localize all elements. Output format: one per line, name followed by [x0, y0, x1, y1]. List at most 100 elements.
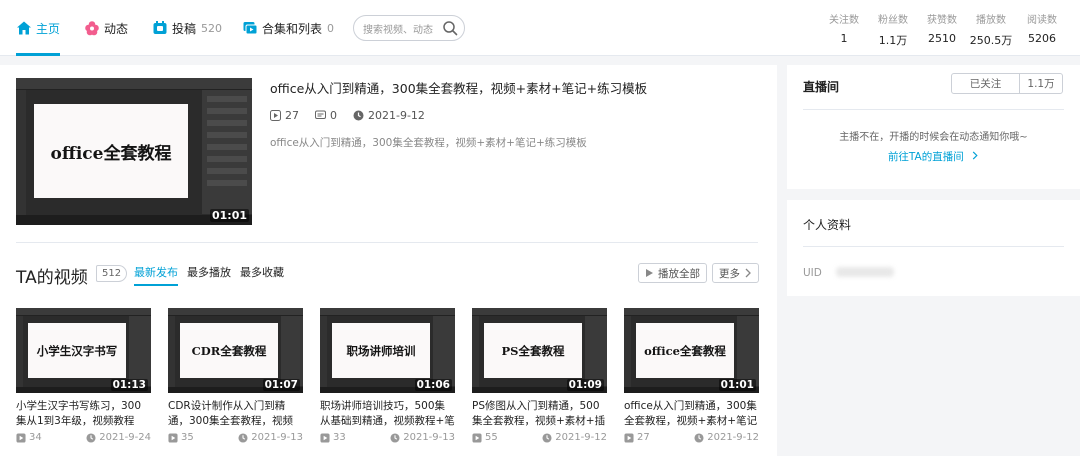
video-title[interactable]: office从入门到精通，300集全套教程，视频+素材+笔记	[624, 399, 759, 429]
featured-thumbnail[interactable]: office全套教程 01:01	[16, 78, 252, 225]
search-icon[interactable]	[442, 20, 458, 36]
go-live-room-link[interactable]: 前往TA的直播间	[787, 149, 1080, 164]
video-plays-value: 27	[637, 432, 650, 443]
comment-icon	[315, 110, 326, 119]
thumbnail-canvas: 职场讲师培训	[332, 323, 430, 378]
featured-title[interactable]: office从入门到精通，300集全套教程，视频+素材+笔记+练习模板	[270, 78, 647, 97]
video-title[interactable]: CDR设计制作从入门到精通，300集全套教程，视频+素材	[168, 399, 303, 429]
editor-menubar	[168, 308, 303, 316]
editor-toolbar	[320, 316, 327, 393]
nav-tab-home-label: 主页	[36, 21, 61, 36]
more-label: 更多	[719, 267, 740, 280]
video-date-value: 2021-9-13	[251, 432, 303, 443]
video-thumbnail[interactable]: office全套教程 01:01	[624, 308, 759, 393]
video-duration: 01:06	[414, 379, 452, 391]
editor-toolbar	[16, 316, 23, 393]
nav-tab-collections[interactable]: 合集和列表 0	[242, 0, 334, 56]
video-title[interactable]: 职场讲师培训技巧，500集从基础到精通，视频教程+笔记	[320, 399, 455, 429]
divider	[803, 246, 1064, 247]
clock-icon	[238, 432, 248, 443]
editor-panel	[433, 316, 455, 386]
video-card[interactable]: 职场讲师培训 01:06 职场讲师培训技巧，500集从基础到精通，视频教程+笔记…	[320, 308, 455, 443]
stat-label: 粉丝数	[878, 15, 908, 26]
more-button[interactable]: 更多	[712, 263, 759, 283]
search-input[interactable]: 搜索视频、动态	[353, 15, 465, 41]
profile-panel: 个人资料 UID	[787, 200, 1080, 296]
editor-toolbar	[16, 90, 26, 225]
play-icon	[270, 110, 281, 121]
video-card[interactable]: PS全套教程 01:09 PS修图从入门到精通，500集全套教程，视频+素材+插…	[472, 308, 607, 443]
editor-menubar	[472, 308, 607, 316]
go-live-room-label: 前往TA的直播间	[887, 151, 964, 163]
video-thumbnail[interactable]: CDR全套教程 01:07	[168, 308, 303, 393]
play-icon	[168, 432, 178, 443]
editor-panel	[129, 316, 151, 386]
play-all-button[interactable]: 播放全部	[638, 263, 707, 283]
stat-value: 1.1万	[878, 34, 908, 47]
stat-value: 5206	[1028, 32, 1056, 45]
chevron-right-icon	[972, 151, 978, 160]
video-card[interactable]: 小学生汉字书写 01:13 小学生汉字书写练习，300集从1到3年级，视频教程+…	[16, 308, 151, 443]
video-title[interactable]: PS修图从入门到精通，500集全套教程，视频+素材+插件	[472, 399, 607, 429]
chevron-right-icon	[745, 268, 751, 278]
stat-following[interactable]: 关注数 1	[824, 11, 864, 45]
play-icon	[16, 432, 26, 443]
featured-date: 2021-9-12	[353, 109, 425, 122]
thumbnail-text: office全套教程	[50, 143, 172, 164]
flower-icon	[85, 21, 99, 36]
featured-date-value: 2021-9-12	[368, 109, 425, 122]
video-title[interactable]: 小学生汉字书写练习，300集从1到3年级，视频教程+笔记	[16, 399, 151, 429]
tab-most-played[interactable]: 最多播放	[187, 264, 231, 284]
video-meta: 33 2021-9-13	[320, 432, 455, 443]
editor-menubar	[16, 78, 252, 90]
nav-tab-dynamic[interactable]: 动态	[84, 0, 128, 56]
nav-tab-posts[interactable]: 投稿 520	[152, 0, 222, 56]
stat-fans[interactable]: 粉丝数 1.1万	[872, 11, 914, 48]
divider	[803, 109, 1064, 110]
top-nav: 主页 动态 投稿 520 合集和列表 0 搜索视频、动态 关注数 1 粉丝数 1…	[0, 0, 1080, 56]
video-meta: 27 2021-9-12	[624, 432, 759, 443]
video-plays: 27	[624, 432, 650, 443]
divider	[16, 242, 758, 243]
video-card[interactable]: CDR全套教程 01:07 CDR设计制作从入门到精通，300集全套教程，视频+…	[168, 308, 303, 443]
follow-state-label: 已关注	[952, 74, 1020, 93]
play-icon	[472, 432, 482, 443]
uid-label: UID	[803, 267, 822, 279]
video-thumbnail[interactable]: 职场讲师培训 01:06	[320, 308, 455, 393]
video-plays-value: 35	[181, 432, 194, 443]
tab-most-favorited[interactable]: 最多收藏	[240, 264, 284, 284]
editor-panel	[585, 316, 607, 386]
nav-tab-home[interactable]: 主页	[16, 0, 61, 56]
follow-button[interactable]: 已关注 1.1万	[951, 73, 1063, 94]
editor-toolbar	[624, 316, 631, 393]
clock-icon	[353, 110, 364, 121]
home-icon	[17, 21, 31, 35]
stat-label: 获赞数	[927, 15, 957, 26]
video-date-value: 2021-9-13	[403, 432, 455, 443]
video-card[interactable]: office全套教程 01:01 office从入门到精通，300集全套教程，视…	[624, 308, 759, 443]
nav-posts-count: 520	[201, 21, 223, 35]
video-duration: 01:09	[566, 379, 604, 391]
main-content: office全套教程 01:01 office从入门到精通，300集全套教程，视…	[0, 65, 777, 456]
tab-latest[interactable]: 最新发布	[134, 264, 178, 286]
thumbnail-text: PS全套教程	[501, 343, 565, 358]
thumbnail-canvas: office全套教程	[636, 323, 734, 378]
video-count-badge: 512	[96, 265, 128, 282]
video-thumbnail[interactable]: 小学生汉字书写 01:13	[16, 308, 151, 393]
clock-icon	[694, 432, 704, 443]
play-icon	[320, 432, 330, 443]
video-plays: 35	[168, 432, 194, 443]
video-date: 2021-9-13	[390, 432, 455, 443]
stat-label: 播放数	[976, 15, 1006, 26]
editor-toolbar	[472, 316, 479, 393]
featured-video-count: 27	[270, 109, 299, 122]
video-plays-value: 34	[29, 432, 42, 443]
video-thumbnail[interactable]: PS全套教程 01:09	[472, 308, 607, 393]
section-title: TA的视频	[16, 268, 88, 288]
play-icon	[646, 269, 653, 277]
tv-icon	[153, 21, 167, 34]
featured-meta: 27 0 2021-9-12	[270, 109, 441, 122]
editor-menubar	[16, 308, 151, 316]
collection-icon	[243, 22, 258, 35]
stat-label: 关注数	[829, 15, 859, 26]
